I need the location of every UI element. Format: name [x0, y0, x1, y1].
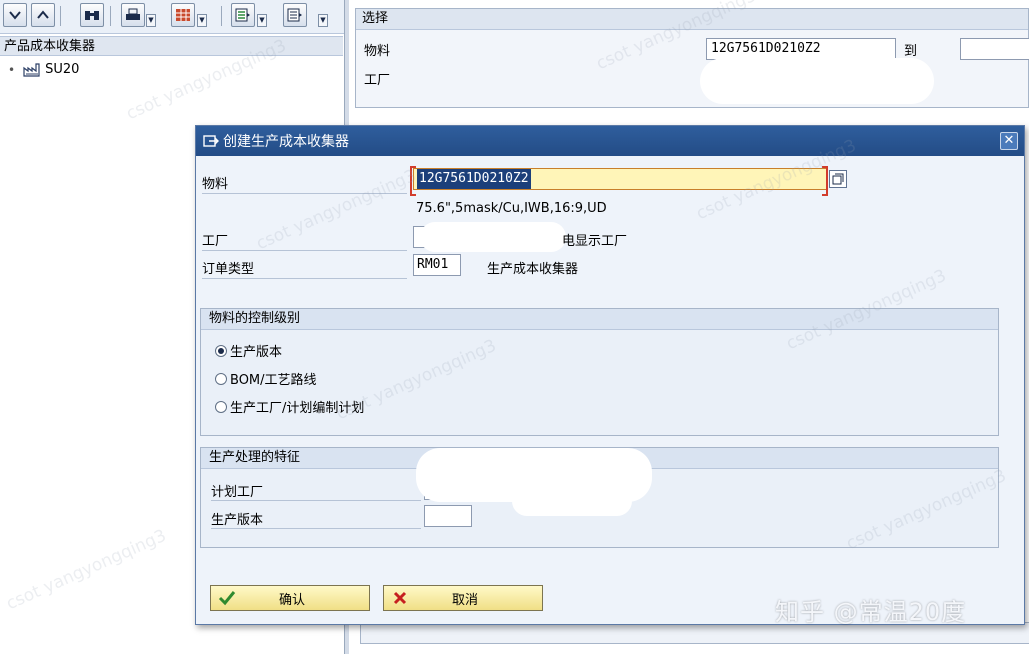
cancel-button[interactable]: 取消	[383, 585, 543, 611]
confirm-label: 确认	[278, 592, 305, 608]
collapse-all-icon	[9, 11, 21, 20]
label-underline	[202, 278, 407, 279]
tree-toolbar: ▼ ▼ ▼ ▼	[0, 0, 344, 34]
value-help-icon	[832, 173, 844, 185]
collapse-all-button[interactable]	[3, 3, 27, 27]
dialog-title: 创建生产成本收集器	[223, 134, 349, 150]
radio-label: 生产工厂/计划编制计划	[230, 401, 365, 416]
checkmark-icon	[215, 590, 239, 606]
control-level-title: 物料的控制级别	[201, 309, 998, 330]
factory-icon	[23, 63, 41, 77]
export-button[interactable]	[283, 3, 307, 27]
print-icon	[126, 8, 140, 20]
zhihu-watermark: 知乎 @常温20度	[775, 598, 967, 626]
print-dropdown[interactable]: ▼	[146, 14, 156, 27]
redaction-mark	[512, 486, 632, 516]
toolbar-separator	[110, 6, 111, 26]
material-label: 物料	[202, 177, 229, 192]
tree-item-su20[interactable]: • SU20	[8, 60, 79, 80]
selection-material-label: 物料	[364, 44, 391, 59]
material-input[interactable]: 12G7561D0210Z2	[413, 168, 827, 190]
close-icon: ✕	[1003, 133, 1015, 148]
expand-all-button[interactable]	[31, 3, 55, 27]
binoculars-icon	[85, 11, 99, 20]
grid-dropdown[interactable]: ▼	[197, 14, 207, 27]
selection-to-label: 到	[904, 44, 918, 59]
tree-bullet: •	[8, 63, 16, 77]
radio-production-plant[interactable]: 生产工厂/计划编制计划	[215, 397, 364, 416]
export-icon	[287, 8, 302, 22]
order-type-label: 订单类型	[202, 262, 255, 277]
create-cost-collector-dialog: 创建生产成本收集器 ✕ 物料 12G7561D0210Z2 75.6",5mas…	[195, 125, 1025, 625]
print-button[interactable]	[121, 3, 145, 27]
grid-button[interactable]	[171, 3, 195, 27]
production-version-input[interactable]	[424, 505, 472, 527]
radio-empty-icon	[215, 372, 227, 385]
planning-plant-label: 计划工厂	[211, 485, 264, 500]
selection-material-from-input[interactable]: 12G7561D0210Z2	[706, 38, 896, 60]
toolbar-separator	[60, 6, 61, 26]
radio-label: 生产版本	[230, 345, 283, 360]
plant-label: 工厂	[202, 234, 229, 249]
redaction-mark	[420, 222, 566, 252]
selection-title: 选择	[356, 9, 1028, 30]
material-input-value: 12G7561D0210Z2	[417, 169, 531, 189]
label-underline	[211, 500, 421, 501]
layout-button[interactable]	[231, 3, 255, 27]
watermark: csot yangyongqing3	[3, 525, 170, 615]
label-underline	[202, 250, 407, 251]
label-underline	[211, 528, 421, 529]
redaction-mark	[700, 58, 934, 104]
required-marker-right	[822, 166, 828, 196]
find-button[interactable]	[80, 3, 104, 27]
label-underline	[202, 193, 407, 194]
tree-header: 产品成本收集器	[0, 36, 343, 56]
layout-dropdown[interactable]: ▼	[257, 14, 267, 27]
order-type-input[interactable]: RM01	[413, 254, 461, 276]
export-dropdown[interactable]: ▼	[318, 14, 328, 27]
cancel-label: 取消	[451, 592, 478, 608]
production-version-label: 生产版本	[211, 513, 264, 528]
selection-plant-label: 工厂	[364, 73, 391, 88]
toolbar-separator	[221, 6, 222, 26]
cancel-x-icon	[388, 590, 412, 606]
tree-item-label: SU20	[45, 62, 80, 77]
plant-description: 电显示工厂	[562, 234, 628, 249]
order-type-description: 生产成本收集器	[487, 262, 579, 277]
selection-material-to-input[interactable]	[960, 38, 1029, 60]
radio-empty-icon	[215, 400, 227, 413]
layout-icon	[235, 8, 250, 22]
radio-label: BOM/工艺路线	[230, 373, 317, 388]
radio-selected-icon	[215, 344, 227, 357]
radio-production-version[interactable]: 生产版本	[215, 341, 282, 360]
dialog-titlebar[interactable]: 创建生产成本收集器 ✕	[196, 126, 1024, 156]
expand-all-icon	[37, 10, 49, 19]
dialog-window-icon	[203, 134, 219, 148]
radio-bom-routing[interactable]: BOM/工艺路线	[215, 369, 317, 388]
control-level-group: 物料的控制级别 生产版本 BOM/工艺路线 生产工厂/计划编制计划	[200, 308, 999, 436]
dialog-close-button[interactable]: ✕	[1000, 132, 1018, 150]
value-help-button[interactable]	[829, 170, 847, 188]
confirm-button[interactable]: 确认	[210, 585, 370, 611]
material-description: 75.6",5mask/Cu,IWB,16:9,UD	[416, 201, 607, 216]
grid-icon	[176, 9, 190, 21]
